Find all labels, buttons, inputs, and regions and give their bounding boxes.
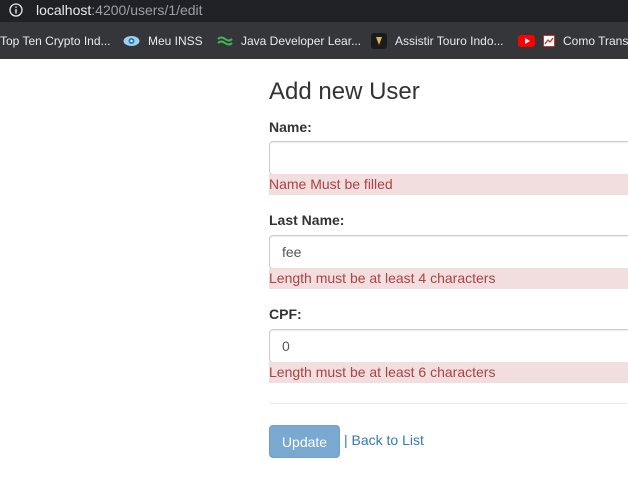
- name-error: Name Must be filled: [269, 174, 628, 195]
- bookmark-meu-inss[interactable]: Meu INSS: [123, 22, 203, 59]
- url-path: :4200/users/1/edit: [91, 2, 203, 18]
- bookmark-label: Como Transf: [563, 33, 628, 48]
- bookmarks-bar: Top Ten Crypto Ind... Meu INSS Java Deve…: [0, 22, 628, 59]
- bookmark-youtube[interactable]: [518, 22, 543, 59]
- bookmark-label: Top Ten Crypto Ind...: [0, 33, 111, 48]
- bookmark-page-icon: [543, 34, 555, 47]
- bull-icon: [371, 32, 387, 49]
- update-button[interactable]: Update: [269, 425, 340, 458]
- url-text[interactable]: localhost:4200/users/1/edit: [36, 2, 203, 18]
- cpf-error: Length must be at least 6 characters: [269, 362, 628, 383]
- bookmark-assistir-touro[interactable]: Assistir Touro Indo...: [371, 22, 504, 59]
- bookmark-como-transf[interactable]: Como Transf: [543, 22, 628, 59]
- address-bar[interactable]: localhost:4200/users/1/edit: [0, 0, 628, 22]
- info-icon[interactable]: [9, 3, 23, 17]
- youtube-icon: [518, 34, 535, 47]
- page-title: Add new User: [269, 78, 420, 105]
- bookmark-label: Java Developer Lear...: [241, 33, 362, 48]
- form-divider: [269, 403, 628, 404]
- cpf-input[interactable]: [269, 329, 628, 363]
- user-form: Add new User Name: Name Must be filled L…: [269, 59, 628, 486]
- bookmark-label: Meu INSS: [148, 33, 203, 48]
- name-label: Name:: [269, 119, 312, 135]
- last-name-error: Length must be at least 4 characters: [269, 268, 628, 289]
- name-input[interactable]: [269, 141, 628, 175]
- bookmark-top-ten-crypto[interactable]: Top Ten Crypto Ind...: [0, 22, 111, 59]
- last-name-input[interactable]: [269, 235, 628, 269]
- java-icon: [217, 36, 233, 45]
- bookmark-java-developer[interactable]: Java Developer Lear...: [217, 22, 361, 59]
- url-host: localhost: [36, 2, 92, 18]
- bookmark-label: Assistir Touro Indo...: [395, 33, 504, 48]
- inss-icon: [123, 35, 140, 46]
- back-to-list-link[interactable]: | Back to List: [344, 432, 424, 448]
- last-name-label: Last Name:: [269, 212, 345, 228]
- cpf-label: CPF:: [269, 306, 302, 322]
